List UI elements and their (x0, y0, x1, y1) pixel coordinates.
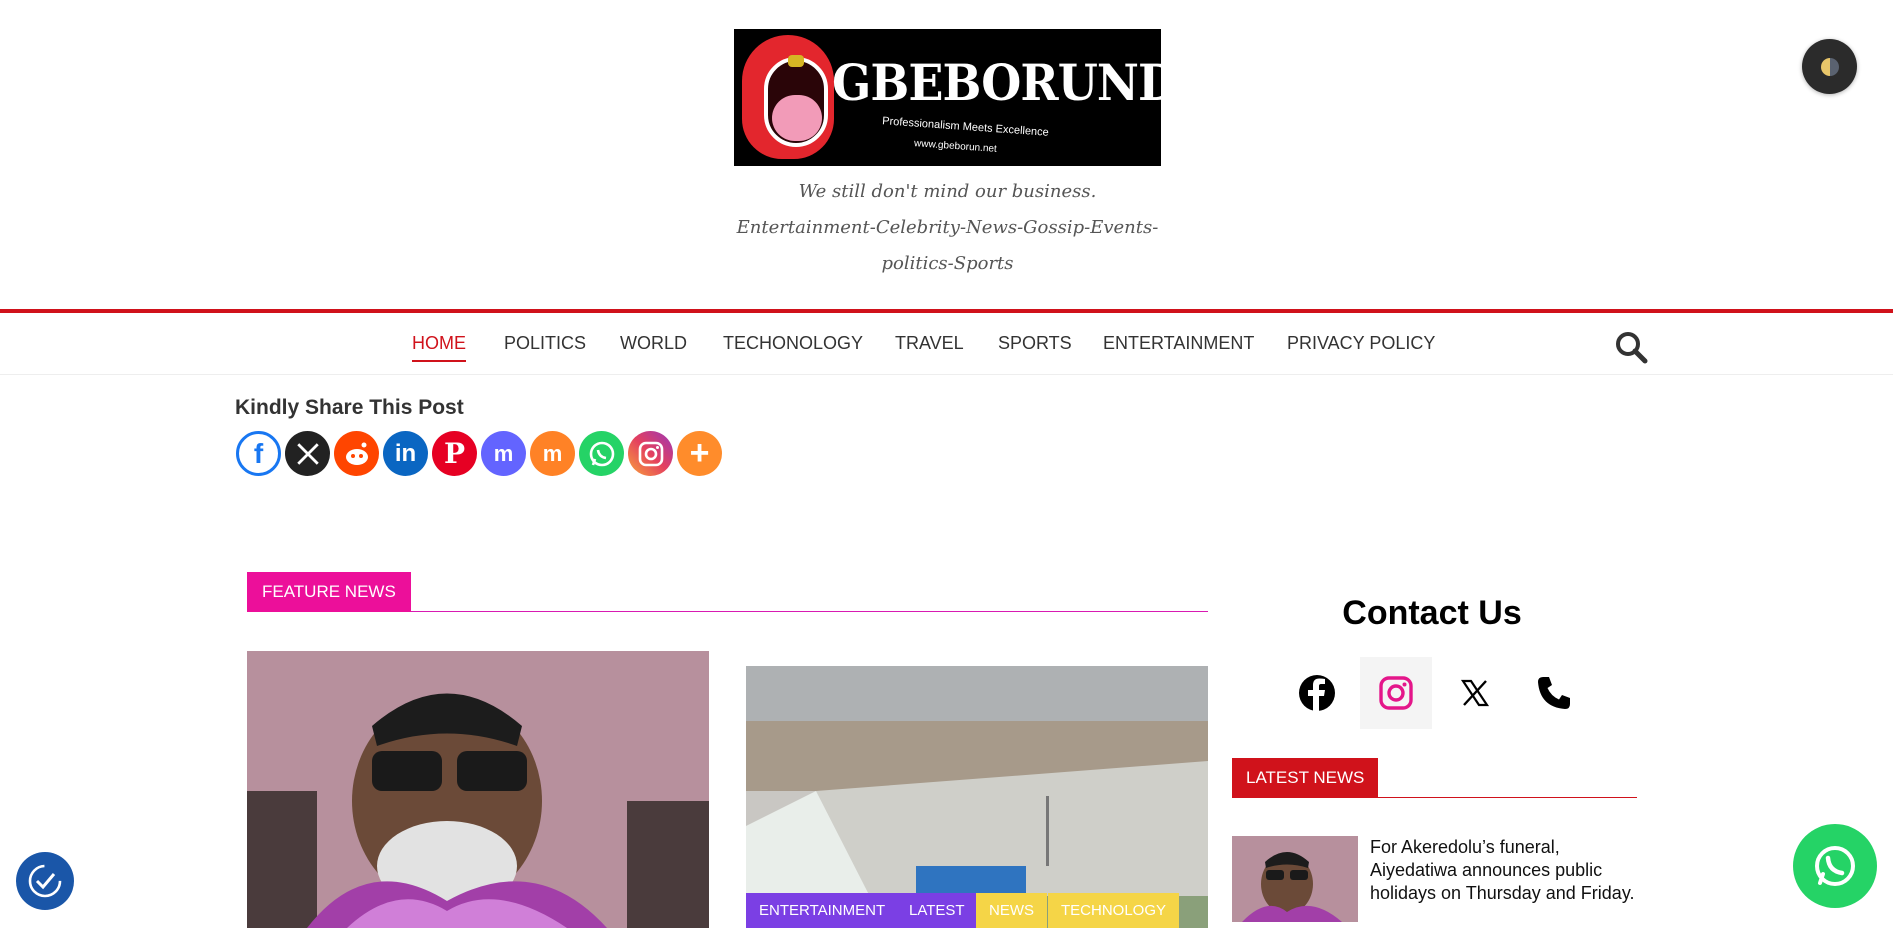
tag-news[interactable]: NEWS (976, 893, 1047, 928)
more-share-button[interactable]: + (677, 431, 722, 476)
site-description-line: Entertainment-Celebrity-News-Gossip-Even… (736, 217, 1159, 238)
main-nav: HOME POLITICS WORLD TECHONOLOGY TRAVEL S… (0, 313, 1893, 375)
facebook-link[interactable] (1281, 657, 1353, 729)
instagram-share-button[interactable] (628, 431, 673, 476)
facebook-icon (1299, 675, 1335, 711)
site-description-line: We still don't mind our business. (798, 181, 1097, 202)
x-icon (1460, 679, 1490, 707)
nav-item-sports[interactable]: SPORTS (998, 333, 1072, 354)
x-icon (296, 442, 319, 465)
nav-item-politics[interactable]: POLITICS (504, 333, 586, 354)
site-description: We still don't mind our business. Entert… (700, 174, 1195, 282)
nav-item-travel[interactable]: TRAVEL (895, 333, 964, 354)
whatsapp-icon (1815, 846, 1855, 886)
dam-photo (746, 666, 1208, 928)
plus-icon: + (689, 434, 710, 472)
pinterest-icon: P (443, 437, 466, 470)
search-icon[interactable] (1614, 330, 1648, 364)
page: GBEBORUNDOTCOM Professionalism Meets Exc… (0, 0, 1893, 928)
latest-news-item[interactable]: For Akeredolu’s funeral, Aiyedatiwa anno… (1232, 836, 1637, 928)
latest-news-title[interactable]: For Akeredolu’s funeral, Aiyedatiwa anno… (1370, 836, 1640, 905)
mix-share-button[interactable]: m (530, 431, 575, 476)
feature-news-label: FEATURE NEWS (247, 572, 411, 612)
tag-technology[interactable]: TECHNOLOGY (1048, 893, 1180, 928)
contrast-icon (1821, 58, 1839, 76)
whatsapp-icon (589, 441, 614, 466)
instagram-icon (638, 441, 663, 466)
whatsapp-chat-button[interactable] (1793, 824, 1877, 908)
reddit-icon (345, 442, 368, 465)
phone-link[interactable] (1518, 657, 1590, 729)
nav-item-entertainment[interactable]: ENTERTAINMENT (1103, 333, 1254, 354)
share-title: Kindly Share This Post (235, 396, 464, 419)
facebook-share-button[interactable]: f (236, 431, 281, 476)
nav-item-home[interactable]: HOME (412, 333, 466, 362)
feature-article-image-1[interactable] (247, 651, 709, 928)
dark-mode-toggle[interactable] (1802, 39, 1857, 94)
x-link[interactable] (1439, 657, 1511, 729)
feature-article-image-2[interactable] (746, 666, 1208, 928)
x-share-button[interactable] (285, 431, 330, 476)
facebook-icon: f (253, 437, 264, 469)
feature-news-header: FEATURE NEWS (247, 572, 1208, 612)
mix-icon: m (542, 440, 563, 466)
accessibility-button[interactable] (16, 852, 74, 910)
tag-latest[interactable]: LATEST (896, 893, 978, 928)
linkedin-icon: in (394, 439, 417, 467)
pinterest-share-button[interactable]: P (432, 431, 477, 476)
nav-item-privacy-policy[interactable]: PRIVACY POLICY (1287, 333, 1435, 354)
latest-news-label: LATEST NEWS (1232, 758, 1379, 798)
tag-entertainment[interactable]: ENTERTAINMENT (746, 893, 899, 928)
latest-news-thumbnail[interactable] (1232, 836, 1358, 922)
reddit-share-button[interactable] (334, 431, 379, 476)
instagram-icon (1379, 676, 1413, 710)
linkedin-share-button[interactable]: in (383, 431, 428, 476)
contact-us-title: Contact Us (1342, 594, 1522, 632)
logo-url: www.gbeborun.net (913, 138, 998, 155)
accessibility-icon (28, 864, 62, 898)
latest-news-header: LATEST NEWS (1232, 758, 1637, 798)
site-logo[interactable]: GBEBORUNDOTCOM Professionalism Meets Exc… (734, 29, 1161, 166)
logo-tagline: Professionalism Meets Excellence (881, 115, 1050, 139)
mastodon-share-button[interactable]: m (481, 431, 526, 476)
nav-item-world[interactable]: WORLD (620, 333, 687, 354)
mastodon-icon: m (493, 440, 514, 466)
logo-text: GBEBORUNDOTCOM (832, 53, 1161, 112)
logo-mouth-graphic (742, 35, 834, 159)
portrait-photo (247, 651, 709, 928)
thumbnail-photo (1232, 836, 1358, 922)
nav-item-techonology[interactable]: TECHONOLOGY (723, 333, 863, 354)
whatsapp-share-button[interactable] (579, 431, 624, 476)
phone-icon (1538, 677, 1570, 709)
site-description-line: politics-Sports (881, 253, 1014, 274)
instagram-link[interactable] (1360, 657, 1432, 729)
